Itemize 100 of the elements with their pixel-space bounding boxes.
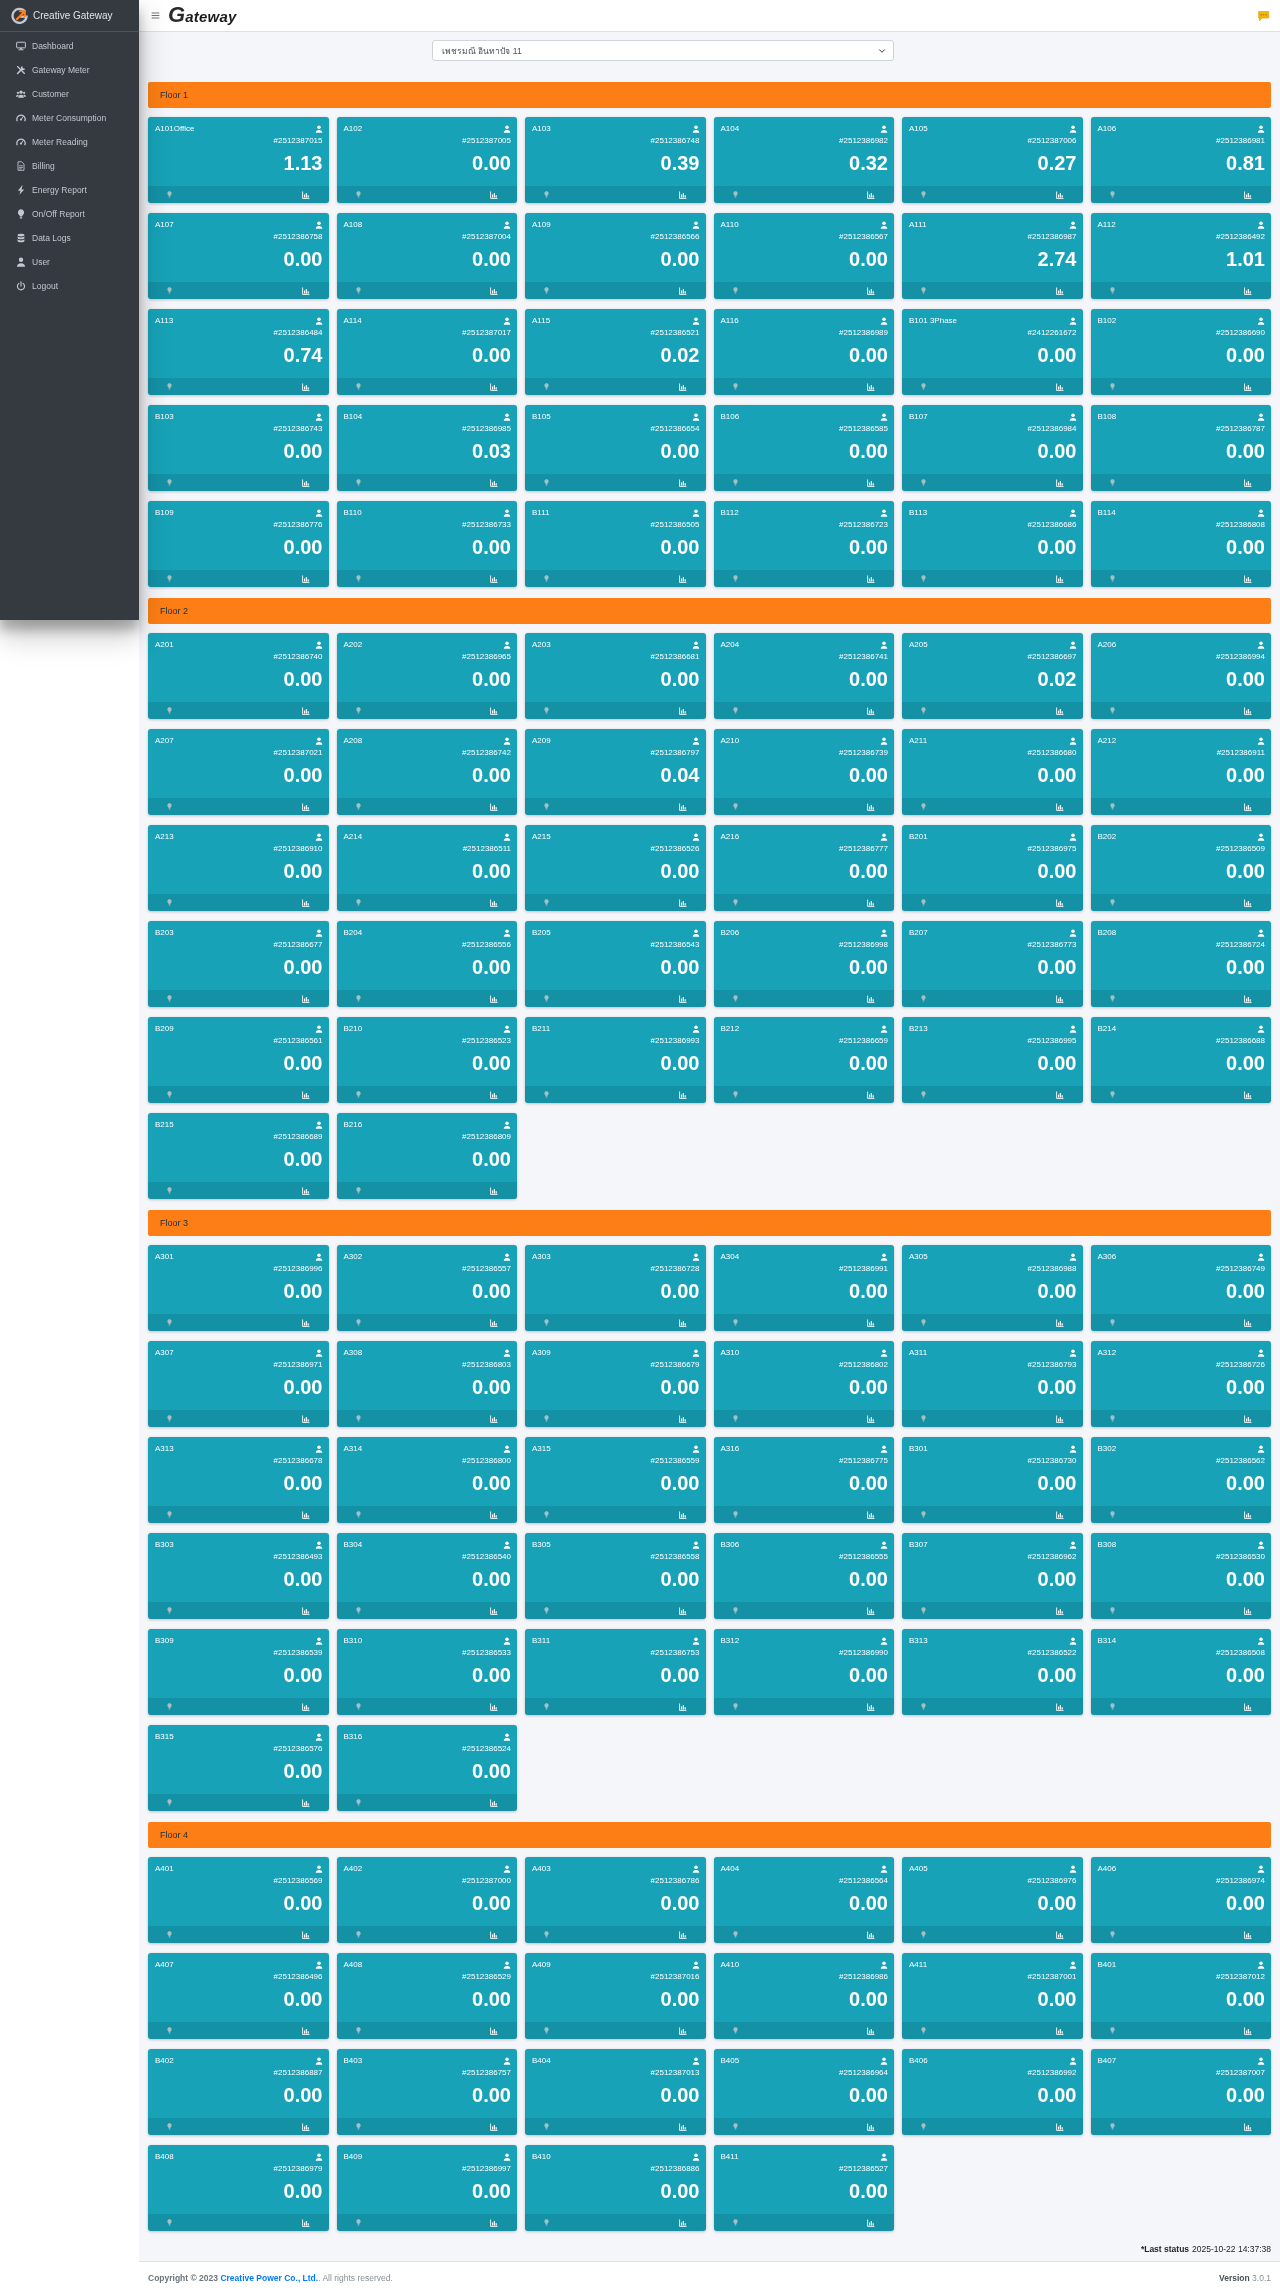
chart-icon[interactable] xyxy=(867,1414,875,1423)
chart-icon[interactable] xyxy=(490,190,498,199)
chart-icon[interactable] xyxy=(678,994,687,1003)
lightbulb-icon[interactable] xyxy=(166,1510,173,1519)
lightbulb-icon[interactable] xyxy=(731,706,739,715)
chart-icon[interactable] xyxy=(678,898,687,907)
lightbulb-icon[interactable] xyxy=(920,1702,927,1711)
lightbulb-icon[interactable] xyxy=(354,2026,362,2035)
chart-icon[interactable] xyxy=(490,898,498,907)
chart-icon[interactable] xyxy=(1055,190,1064,199)
chart-icon[interactable] xyxy=(490,1702,498,1711)
lightbulb-icon[interactable] xyxy=(920,1090,927,1099)
chart-icon[interactable] xyxy=(1055,1930,1064,1939)
lightbulb-icon[interactable] xyxy=(354,1702,362,1711)
lightbulb-icon[interactable] xyxy=(166,706,173,715)
chart-icon[interactable] xyxy=(490,478,498,487)
lightbulb-icon[interactable] xyxy=(1108,574,1116,583)
lightbulb-icon[interactable] xyxy=(166,802,173,811)
lightbulb-icon[interactable] xyxy=(543,190,550,199)
chart-icon[interactable] xyxy=(490,2122,498,2131)
lightbulb-icon[interactable] xyxy=(920,898,927,907)
lightbulb-icon[interactable] xyxy=(731,1606,739,1615)
lightbulb-icon[interactable] xyxy=(920,1318,927,1327)
lightbulb-icon[interactable] xyxy=(166,382,173,391)
lightbulb-icon[interactable] xyxy=(354,478,362,487)
chart-icon[interactable] xyxy=(1055,898,1064,907)
chart-icon[interactable] xyxy=(490,1414,498,1423)
chart-icon[interactable] xyxy=(1055,574,1064,583)
lightbulb-icon[interactable] xyxy=(354,190,362,199)
chart-icon[interactable] xyxy=(490,1090,498,1099)
lightbulb-icon[interactable] xyxy=(1108,190,1116,199)
chart-icon[interactable] xyxy=(867,190,875,199)
chart-icon[interactable] xyxy=(490,994,498,1003)
sidebar-item[interactable]: Energy Report xyxy=(4,178,135,202)
lightbulb-icon[interactable] xyxy=(166,574,173,583)
chart-icon[interactable] xyxy=(1055,2026,1064,2035)
chart-icon[interactable] xyxy=(490,1798,498,1807)
lightbulb-icon[interactable] xyxy=(1108,2122,1116,2131)
lightbulb-icon[interactable] xyxy=(543,898,550,907)
site-select[interactable]: เพชรมณี อินทาปัจ 11 xyxy=(432,40,894,61)
lightbulb-icon[interactable] xyxy=(354,1414,362,1423)
lightbulb-icon[interactable] xyxy=(1108,898,1116,907)
chart-icon[interactable] xyxy=(1055,802,1064,811)
lightbulb-icon[interactable] xyxy=(354,2122,362,2131)
chart-icon[interactable] xyxy=(301,2026,310,2035)
chart-icon[interactable] xyxy=(490,1186,498,1195)
lightbulb-icon[interactable] xyxy=(1108,1090,1116,1099)
lightbulb-icon[interactable] xyxy=(731,1318,739,1327)
chart-icon[interactable] xyxy=(867,2218,875,2227)
chart-icon[interactable] xyxy=(678,2026,687,2035)
lightbulb-icon[interactable] xyxy=(354,994,362,1003)
lightbulb-icon[interactable] xyxy=(920,706,927,715)
lightbulb-icon[interactable] xyxy=(166,1606,173,1615)
chart-icon[interactable] xyxy=(678,1606,687,1615)
chart-icon[interactable] xyxy=(867,1606,875,1615)
lightbulb-icon[interactable] xyxy=(354,1798,362,1807)
lightbulb-icon[interactable] xyxy=(920,2026,927,2035)
chart-icon[interactable] xyxy=(678,1318,687,1327)
sidebar-item[interactable]: Meter Reading xyxy=(4,130,135,154)
sidebar-item[interactable]: Logout xyxy=(4,274,135,298)
chart-icon[interactable] xyxy=(1244,1930,1252,1939)
chart-icon[interactable] xyxy=(867,2122,875,2131)
chart-icon[interactable] xyxy=(301,286,310,295)
chart-icon[interactable] xyxy=(1244,1318,1252,1327)
lightbulb-icon[interactable] xyxy=(731,190,739,199)
chart-icon[interactable] xyxy=(678,574,687,583)
chart-icon[interactable] xyxy=(678,1414,687,1423)
chart-icon[interactable] xyxy=(1055,1510,1064,1519)
lightbulb-icon[interactable] xyxy=(354,802,362,811)
chart-icon[interactable] xyxy=(490,1510,498,1519)
lightbulb-icon[interactable] xyxy=(920,802,927,811)
lightbulb-icon[interactable] xyxy=(731,574,739,583)
sidebar-item[interactable]: Gateway Meter xyxy=(4,58,135,82)
lightbulb-icon[interactable] xyxy=(166,190,173,199)
chart-icon[interactable] xyxy=(867,1318,875,1327)
lightbulb-icon[interactable] xyxy=(731,994,739,1003)
chart-icon[interactable] xyxy=(867,1930,875,1939)
lightbulb-icon[interactable] xyxy=(920,2122,927,2131)
chart-icon[interactable] xyxy=(678,1090,687,1099)
lightbulb-icon[interactable] xyxy=(1108,1702,1116,1711)
lightbulb-icon[interactable] xyxy=(354,382,362,391)
chart-icon[interactable] xyxy=(867,994,875,1003)
lightbulb-icon[interactable] xyxy=(731,802,739,811)
chart-icon[interactable] xyxy=(1244,706,1252,715)
chart-icon[interactable] xyxy=(490,382,498,391)
chart-icon[interactable] xyxy=(1055,2122,1064,2131)
lightbulb-icon[interactable] xyxy=(354,1090,362,1099)
lightbulb-icon[interactable] xyxy=(166,478,173,487)
lightbulb-icon[interactable] xyxy=(920,478,927,487)
lightbulb-icon[interactable] xyxy=(731,2026,739,2035)
chart-icon[interactable] xyxy=(1055,286,1064,295)
chart-icon[interactable] xyxy=(1244,574,1252,583)
lightbulb-icon[interactable] xyxy=(166,1930,173,1939)
lightbulb-icon[interactable] xyxy=(166,2122,173,2131)
chart-icon[interactable] xyxy=(490,802,498,811)
lightbulb-icon[interactable] xyxy=(731,2122,739,2131)
lightbulb-icon[interactable] xyxy=(920,1414,927,1423)
chart-icon[interactable] xyxy=(301,1930,310,1939)
lightbulb-icon[interactable] xyxy=(354,574,362,583)
chart-icon[interactable] xyxy=(490,574,498,583)
